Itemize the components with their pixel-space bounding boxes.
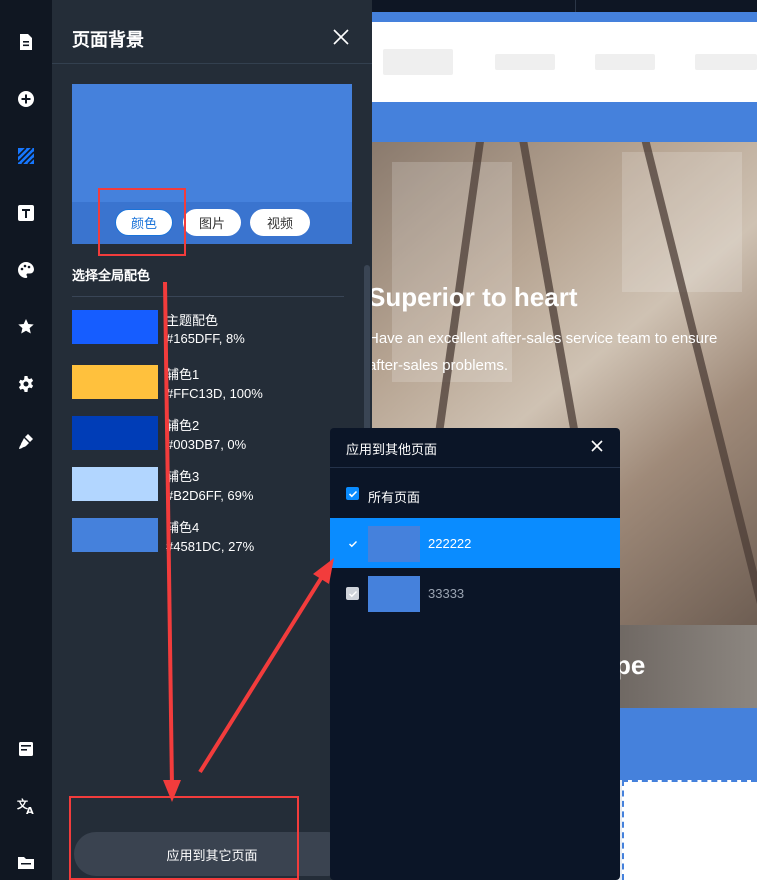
nav-placeholder bbox=[595, 54, 655, 70]
color-swatch-secondary-4[interactable] bbox=[72, 518, 158, 552]
editor-window: 文A Superior to heart Have an excellent a… bbox=[0, 0, 757, 880]
hero-subtitle: after-sales problems. bbox=[372, 357, 509, 374]
page-name: 33333 bbox=[428, 586, 465, 601]
tab-image[interactable]: 图片 bbox=[183, 209, 241, 236]
color-name: 辅色1 bbox=[166, 367, 200, 382]
color-value: #4581DC, 27% bbox=[166, 539, 255, 554]
color-value: #FFC13D, 100% bbox=[166, 386, 263, 401]
apply-to-pages-popup: 应用到其他页面 所有页面 222222 33333 bbox=[330, 428, 620, 880]
add-circle-icon[interactable] bbox=[14, 87, 38, 111]
color-value: #165DFF, 8% bbox=[166, 331, 245, 346]
color-name: 辅色3 bbox=[166, 469, 200, 484]
annotation-box bbox=[98, 188, 186, 256]
color-swatch-secondary-3[interactable] bbox=[72, 467, 158, 501]
page-background-panel: 页面背景 颜色 图片 视频 选择全局配色 主题配色 #165DFF, 8% 辅色… bbox=[52, 0, 372, 880]
nav-placeholder bbox=[495, 54, 555, 70]
page-icon[interactable] bbox=[14, 30, 38, 54]
all-pages-label: 所有页面 bbox=[368, 490, 421, 505]
svg-text:A: A bbox=[26, 806, 34, 815]
icon-rail: 文A bbox=[0, 0, 52, 880]
color-value: #B2D6FF, 69% bbox=[166, 488, 254, 503]
color-name: 辅色2 bbox=[166, 418, 200, 433]
color-swatch-secondary-1[interactable] bbox=[72, 365, 158, 399]
panel-title: 页面背景 bbox=[72, 30, 144, 50]
all-pages-checkbox[interactable] bbox=[346, 487, 359, 500]
nav-placeholder bbox=[383, 49, 453, 75]
color-swatch-primary[interactable] bbox=[72, 310, 158, 344]
palette-icon[interactable] bbox=[14, 258, 38, 282]
page-checkbox[interactable] bbox=[346, 587, 359, 600]
preview-top-band bbox=[372, 12, 757, 22]
text-icon[interactable] bbox=[14, 201, 38, 225]
page-row[interactable]: 222222 bbox=[330, 518, 620, 568]
close-icon[interactable] bbox=[332, 28, 350, 46]
star-icon[interactable] bbox=[14, 315, 38, 339]
page-thumbnail bbox=[368, 576, 420, 612]
color-value: #003DB7, 0% bbox=[166, 437, 247, 452]
preview-navbar bbox=[372, 22, 757, 102]
preview-blue-band bbox=[372, 102, 757, 142]
section-title: 选择全局配色 bbox=[72, 268, 151, 283]
close-icon[interactable] bbox=[591, 439, 603, 452]
tab-video[interactable]: 视频 bbox=[250, 209, 310, 236]
background-icon[interactable] bbox=[14, 144, 38, 168]
page-row[interactable]: 33333 bbox=[330, 568, 620, 618]
preview-topbar bbox=[372, 0, 757, 12]
page-name: 222222 bbox=[428, 536, 472, 551]
hero-subtitle: Have an excellent after-sales service te… bbox=[372, 330, 718, 347]
hero-title: Superior to heart bbox=[372, 282, 578, 312]
form-icon[interactable] bbox=[14, 737, 38, 761]
preview-selected-block[interactable] bbox=[622, 780, 757, 880]
color-swatch-secondary-2[interactable] bbox=[72, 416, 158, 450]
color-name: 辅色4 bbox=[166, 520, 200, 535]
brush-icon[interactable] bbox=[14, 429, 38, 453]
popup-title: 应用到其他页面 bbox=[346, 442, 438, 457]
nav-placeholder bbox=[695, 54, 757, 70]
gear-icon[interactable] bbox=[14, 372, 38, 396]
page-thumbnail bbox=[368, 526, 420, 562]
folder-icon[interactable] bbox=[14, 851, 38, 875]
annotation-box bbox=[69, 796, 299, 880]
page-checkbox[interactable] bbox=[346, 537, 359, 550]
color-name: 主题配色 bbox=[166, 313, 219, 328]
translate-icon[interactable]: 文A bbox=[14, 794, 38, 818]
